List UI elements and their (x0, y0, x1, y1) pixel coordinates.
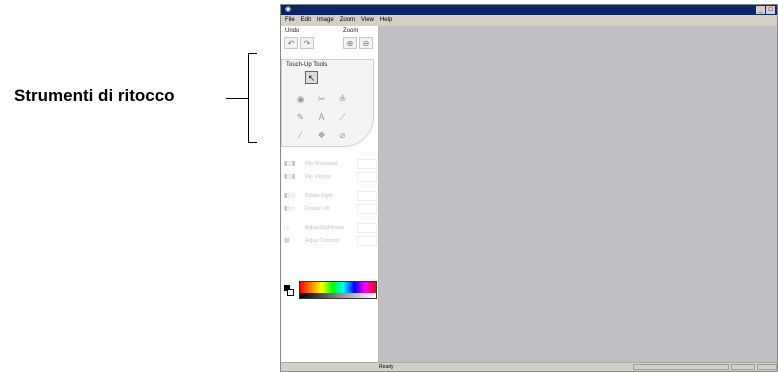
redo-icon[interactable]: ↷ (300, 37, 314, 49)
stamp-tool-icon[interactable]: ≜ (336, 93, 349, 106)
title-bar: ◉ _ □ (281, 5, 777, 15)
minimize-icon[interactable]: _ (756, 6, 765, 14)
zoom-in-icon[interactable]: ⊕ (343, 37, 357, 49)
menu-bar: File Edit Image Zoom View Help (281, 15, 777, 26)
pencil-tool-icon[interactable]: ✎ (294, 111, 307, 124)
status-bar: Ready (281, 362, 777, 371)
line-tool-icon[interactable]: ⟋ (336, 111, 349, 124)
flip-horizontal-button[interactable]: ◧◨ Flip Horizontal (281, 158, 378, 170)
color-palette[interactable] (299, 281, 377, 299)
adjust-brightness-button[interactable]: ▭ Adjust Brightness (281, 222, 378, 234)
menu-zoom[interactable]: Zoom (340, 15, 355, 26)
contrast-icon: ▦ (284, 238, 290, 244)
callout-bracket (248, 53, 257, 143)
flip-horizontal-icon: ◧◨ (284, 161, 296, 167)
rotate-left-button[interactable]: ◧▭ Rotate Left (281, 203, 378, 215)
callout-leader-line (226, 98, 248, 99)
undo-icon[interactable]: ↶ (284, 37, 298, 49)
menu-file[interactable]: File (285, 15, 295, 26)
rotate-right-icon: ◧▭ (284, 193, 296, 199)
zoom-out-icon[interactable]: ⊖ (359, 37, 373, 49)
background-color-swatch[interactable] (287, 289, 294, 296)
pointer-tool-icon[interactable]: ↖ (305, 71, 318, 84)
eyedropper-tool-icon[interactable]: ⁄ (294, 129, 307, 142)
status-pane (633, 364, 729, 370)
zoom-label: Zoom (343, 28, 359, 34)
rotate-left-icon: ◧▭ (284, 206, 296, 212)
status-pane (757, 364, 777, 370)
flip-vertical-button[interactable]: ◧◨ Flip Vertical (281, 171, 378, 183)
image-canvas[interactable] (379, 26, 777, 363)
app-icon: ◉ (284, 6, 292, 13)
rotate-right-button[interactable]: ◧▭ Rotate Right (281, 190, 378, 202)
adjust-contrast-button[interactable]: ▦ Adjust Contrast (281, 235, 378, 247)
menu-image[interactable]: Image (317, 15, 334, 26)
scissors-tool-icon[interactable]: ✂ (315, 93, 328, 106)
touch-up-tools-label: Touch-Up Tools (286, 62, 328, 68)
status-pane (731, 364, 755, 370)
red-eye-tool-icon[interactable]: ◉ (294, 93, 307, 106)
flip-vertical-icon: ◧◨ (284, 174, 296, 180)
brightness-icon: ▭ (284, 225, 290, 231)
menu-view[interactable]: View (361, 15, 374, 26)
maximize-icon[interactable]: □ (766, 6, 775, 14)
text-tool-icon[interactable]: A (315, 111, 328, 124)
menu-help[interactable]: Help (380, 15, 392, 26)
menu-edit[interactable]: Edit (301, 15, 311, 26)
callout-label: Strumenti di ritocco (14, 86, 175, 105)
eraser-tool-icon[interactable]: ⌀ (336, 129, 349, 142)
status-text: Ready (379, 364, 394, 370)
undo-label: Undo (285, 28, 300, 34)
app-window: ◉ _ □ File Edit Image Zoom View Help Und… (280, 4, 778, 372)
left-tool-panel: Undo Zoom ↶ ↷ ⊕ ⊖ Touch-Up Tools ↖ ◉ ✂ ≜… (281, 26, 379, 363)
touch-up-tools-panel: Touch-Up Tools ↖ ◉ ✂ ≜ ✎ A ⟋ ⁄ ❖ ⌀ (281, 59, 374, 147)
fill-tool-icon[interactable]: ❖ (315, 129, 328, 142)
